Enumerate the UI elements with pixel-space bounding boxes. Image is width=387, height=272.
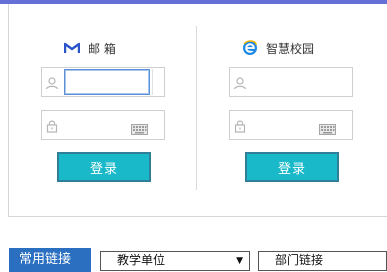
login-panel: 邮 箱 登录 智慧校园 登录 bbox=[8, 4, 387, 217]
mail-login-button[interactable]: 登录 bbox=[57, 152, 151, 182]
lock-icon bbox=[233, 118, 247, 133]
mail-username-input[interactable] bbox=[64, 69, 150, 95]
campus-title-text: 智慧校园 bbox=[266, 41, 315, 56]
column-divider bbox=[196, 26, 197, 190]
mail-login-title: 邮 箱 bbox=[64, 38, 116, 58]
mail-password-input[interactable] bbox=[64, 112, 130, 138]
keyboard-icon[interactable] bbox=[131, 120, 148, 139]
user-icon bbox=[45, 75, 59, 90]
common-links-tab[interactable]: 常用链接 bbox=[9, 248, 91, 272]
dropdown-arrow-icon: ▼ bbox=[236, 256, 243, 266]
campus-username-input[interactable] bbox=[252, 69, 348, 95]
campus-login-title: 智慧校园 bbox=[242, 38, 314, 58]
teaching-units-label: 教学单位 bbox=[117, 253, 166, 267]
campus-password-field[interactable] bbox=[229, 110, 353, 140]
field-divider bbox=[152, 69, 153, 95]
mail-title-text: 邮 箱 bbox=[88, 41, 116, 56]
keyboard-icon[interactable] bbox=[319, 120, 336, 139]
links-row: 常用链接 教学单位 ▼ 部门链接 bbox=[0, 248, 387, 272]
ie-icon bbox=[242, 40, 258, 56]
campus-login-button[interactable]: 登录 bbox=[245, 152, 339, 182]
user-icon bbox=[233, 75, 247, 90]
campus-password-input[interactable] bbox=[252, 112, 318, 138]
lock-icon bbox=[45, 118, 59, 133]
dept-links-label: 部门链接 bbox=[275, 253, 324, 267]
dept-links-select[interactable]: 部门链接 bbox=[258, 251, 387, 271]
mail-username-field[interactable] bbox=[41, 67, 165, 97]
mail-icon bbox=[64, 42, 80, 54]
campus-username-field[interactable] bbox=[229, 67, 353, 97]
teaching-units-select[interactable]: 教学单位 ▼ bbox=[100, 251, 250, 271]
mail-password-field[interactable] bbox=[41, 110, 165, 140]
